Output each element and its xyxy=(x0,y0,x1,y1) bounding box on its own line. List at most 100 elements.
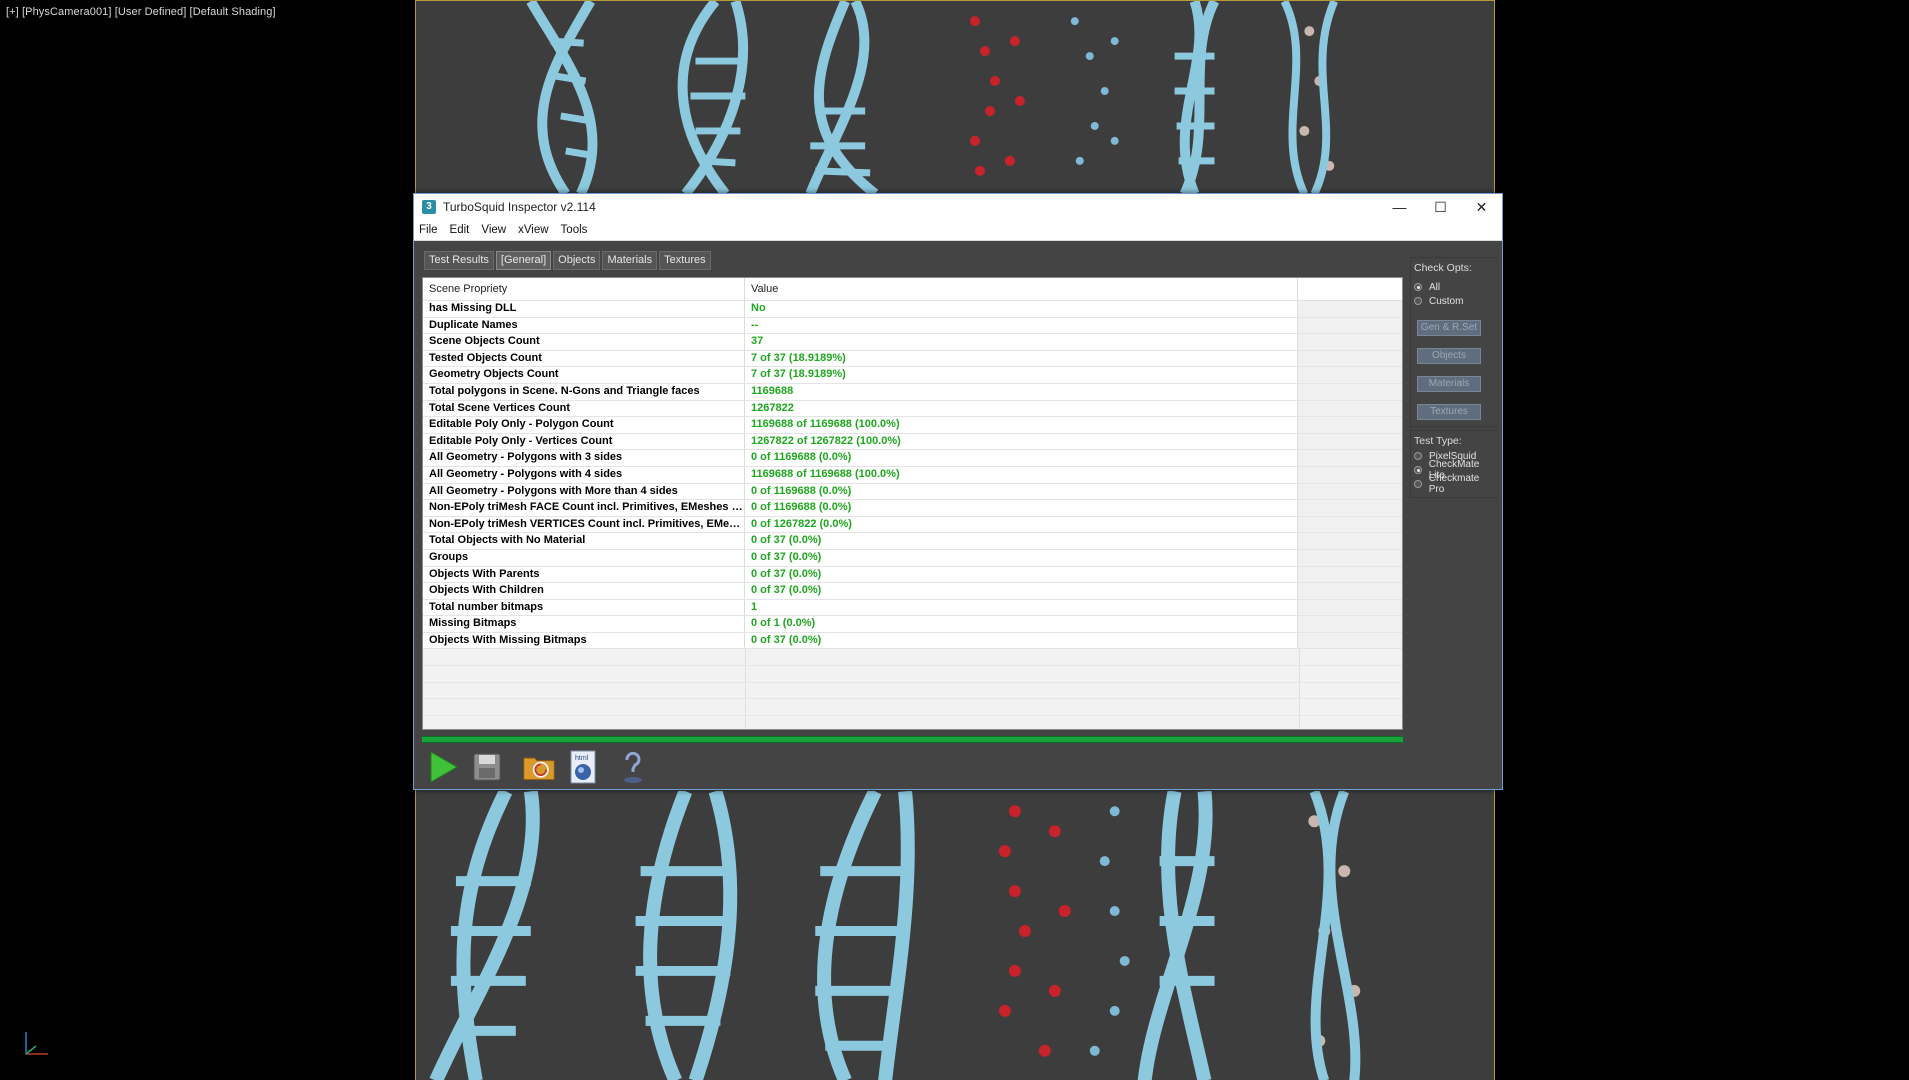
table-row[interactable]: Total number bitmaps 1 xyxy=(423,599,1402,617)
play-icon[interactable] xyxy=(426,750,460,784)
gen-reset-button[interactable]: Gen & R.Set xyxy=(1417,320,1481,336)
radio-pixelsquid[interactable] xyxy=(1414,452,1422,460)
check-option-custom[interactable]: Custom xyxy=(1414,294,1495,308)
table-row[interactable]: Editable Poly Only - Vertices Count 12678… xyxy=(423,433,1402,451)
property-name-cell: Objects With Children xyxy=(423,583,745,599)
property-value-cell: 0 of 1169688 (0.0%) xyxy=(745,500,1298,516)
objects-button[interactable]: Objects xyxy=(1417,348,1481,364)
save-icon[interactable] xyxy=(470,750,504,784)
property-value-cell: 1169688 of 1169688 (100.0%) xyxy=(745,417,1298,433)
scene-property-table[interactable]: Scene Propriety Value has Missing DLL No D… xyxy=(422,277,1403,730)
property-value-cell: 0 of 1169688 (0.0%) xyxy=(745,450,1298,466)
help-icon[interactable] xyxy=(616,750,650,784)
property-value-cell: No xyxy=(745,301,1298,317)
property-name-cell: Editable Poly Only - Vertices Count xyxy=(423,433,745,450)
property-value-cell: 1169688 of 1169688 (100.0%) xyxy=(745,466,1298,483)
minimize-button[interactable]: — xyxy=(1379,194,1420,220)
extra-cell xyxy=(1298,433,1402,450)
table-row[interactable]: Missing Bitmaps 0 of 1 (0.0%) xyxy=(423,616,1402,633)
property-name-cell: All Geometry - Polygons with More than 4… xyxy=(423,483,745,500)
property-name-cell: Total Objects with No Material xyxy=(423,533,745,549)
viewport-label[interactable]: [+] [PhysCamera001] [User Defined] [Defa… xyxy=(6,6,276,18)
menu-view[interactable]: View xyxy=(476,224,513,236)
property-name-cell: Total number bitmaps xyxy=(423,599,745,616)
table-row[interactable]: Objects With Parents 0 of 37 (0.0%) xyxy=(423,566,1402,584)
property-value-cell: -- xyxy=(745,317,1298,334)
table-row[interactable]: has Missing DLL No xyxy=(423,301,1402,318)
property-value-cell: 0 of 37 (0.0%) xyxy=(745,566,1298,583)
folder-icon[interactable] xyxy=(522,750,556,784)
extra-cell xyxy=(1298,350,1402,367)
column-header-property[interactable]: Scene Propriety xyxy=(423,278,745,300)
radio-checkmate-pro[interactable] xyxy=(1414,480,1422,488)
property-name-cell: Total Scene Vertices Count xyxy=(423,400,745,417)
html-icon[interactable]: html xyxy=(566,750,600,784)
menu-xview[interactable]: xView xyxy=(513,224,555,236)
check-options-group: Check Opts: All Custom Gen & R.Set Objec… xyxy=(1410,257,1498,427)
property-name-cell: Groups xyxy=(423,549,745,566)
table-row[interactable]: Total Scene Vertices Count 1267822 xyxy=(423,400,1402,418)
table-row[interactable]: Total polygons in Scene. N-Gons and Tria… xyxy=(423,383,1402,401)
radio-all[interactable] xyxy=(1414,283,1422,291)
property-name-cell: Duplicate Names xyxy=(423,317,745,334)
axis-gizmo xyxy=(25,1032,48,1055)
extra-cell xyxy=(1298,632,1402,649)
table-row[interactable]: Non-EPoly triMesh FACE Count incl. Primi… xyxy=(423,500,1402,517)
table-row[interactable]: Scene Objects Count 37 xyxy=(423,334,1402,351)
close-button[interactable]: ✕ xyxy=(1461,194,1502,220)
extra-cell xyxy=(1298,533,1402,549)
extra-cell xyxy=(1298,450,1402,466)
extra-cell xyxy=(1298,301,1402,317)
table-row[interactable]: Total Objects with No Material 0 of 37 (0… xyxy=(423,533,1402,550)
empty-table-row xyxy=(423,682,1402,700)
radio-checkmate-lite[interactable] xyxy=(1414,466,1422,474)
textures-button[interactable]: Textures xyxy=(1417,404,1481,420)
column-header-extra[interactable] xyxy=(1298,278,1402,300)
table-row[interactable]: Duplicate Names -- xyxy=(423,317,1402,335)
property-name-cell: Missing Bitmaps xyxy=(423,616,745,632)
table-header: Scene Propriety Value xyxy=(423,278,1402,301)
tab-test-results[interactable]: Test Results xyxy=(424,251,494,270)
menu-edit[interactable]: Edit xyxy=(445,224,477,236)
table-row[interactable]: Objects With Missing Bitmaps 0 of 37 (0.0… xyxy=(423,632,1402,650)
tab-general[interactable]: [General] xyxy=(495,251,552,270)
table-row[interactable]: All Geometry - Polygons with More than 4… xyxy=(423,483,1402,501)
extra-cell xyxy=(1298,400,1402,417)
table-row[interactable]: Tested Objects Count 7 of 37 (18.9189%) xyxy=(423,350,1402,368)
table-row[interactable]: Groups 0 of 37 (0.0%) xyxy=(423,549,1402,567)
table-row[interactable]: Geometry Objects Count 7 of 37 (18.9189%) xyxy=(423,367,1402,384)
inspector-window: 3 TurboSquid Inspector v2.114 — ☐ ✕ File… xyxy=(413,193,1503,790)
table-row[interactable]: Non-EPoly triMesh VERTICES Count incl. P… xyxy=(423,516,1402,534)
check-option-all[interactable]: All xyxy=(1414,280,1495,294)
check-options-title: Check Opts: xyxy=(1414,262,1472,274)
radio-custom[interactable] xyxy=(1414,297,1422,305)
test-type-checkmate-pro[interactable]: Checkmate Pro xyxy=(1414,473,1495,495)
property-name-cell: Non-EPoly triMesh VERTICES Count incl. P… xyxy=(423,516,745,533)
column-header-value[interactable]: Value xyxy=(745,278,1298,300)
table-row[interactable]: Objects With Children 0 of 37 (0.0%) xyxy=(423,583,1402,600)
extra-cell xyxy=(1298,616,1402,632)
title-bar[interactable]: 3 TurboSquid Inspector v2.114 — ☐ ✕ xyxy=(414,194,1502,220)
property-value-cell: 7 of 37 (18.9189%) xyxy=(745,350,1298,367)
table-row[interactable]: Editable Poly Only - Polygon Count 116968… xyxy=(423,417,1402,434)
menu-file[interactable]: File xyxy=(414,224,445,236)
menu-tools[interactable]: Tools xyxy=(556,224,595,236)
table-row[interactable]: All Geometry - Polygons with 3 sides 0 of… xyxy=(423,450,1402,467)
property-value-cell: 1169688 xyxy=(745,383,1298,400)
tab-objects[interactable]: Objects xyxy=(553,251,601,270)
property-name-cell: Non-EPoly triMesh FACE Count incl. Primi… xyxy=(423,500,745,516)
property-value-cell: 0 of 1 (0.0%) xyxy=(745,616,1298,632)
dna-render-top xyxy=(526,1,1338,194)
property-value-cell: 0 of 37 (0.0%) xyxy=(745,632,1298,649)
maximize-button[interactable]: ☐ xyxy=(1420,194,1461,220)
materials-button[interactable]: Materials xyxy=(1417,376,1481,392)
tab-textures[interactable]: Textures xyxy=(659,251,711,270)
property-name-cell: Geometry Objects Count xyxy=(423,367,745,383)
property-name-cell: All Geometry - Polygons with 3 sides xyxy=(423,450,745,466)
tab-materials[interactable]: Materials xyxy=(602,251,658,270)
progress-bar xyxy=(422,736,1403,743)
property-value-cell: 0 of 37 (0.0%) xyxy=(745,549,1298,566)
property-name-cell: Tested Objects Count xyxy=(423,350,745,367)
table-row[interactable]: All Geometry - Polygons with 4 sides 1169… xyxy=(423,466,1402,484)
property-name-cell: has Missing DLL xyxy=(423,301,745,317)
